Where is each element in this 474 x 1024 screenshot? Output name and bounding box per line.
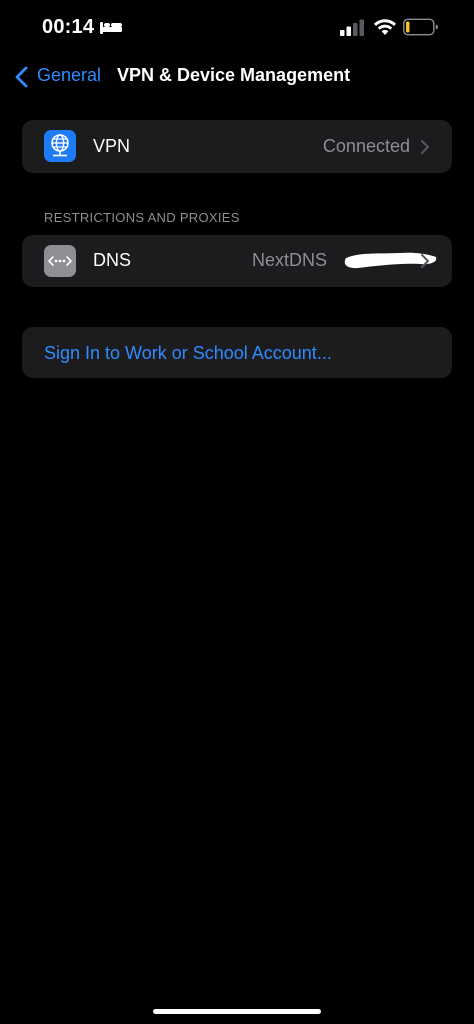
dns-label: DNS: [93, 250, 132, 270]
vpn-label: VPN: [93, 136, 131, 156]
back-label: General: [37, 65, 102, 85]
section-header-restrictions: RESTRICTIONS AND PROXIES: [44, 210, 240, 225]
status-time: 00:14: [42, 16, 95, 38]
bed-icon: [100, 22, 122, 34]
globe-network-icon: [44, 130, 76, 162]
page-title: VPN & Device Management: [117, 65, 351, 85]
sign-in-account-link[interactable]: Sign In to Work or School Account...: [44, 343, 332, 364]
back-button[interactable]: General: [10, 60, 106, 94]
cellular-signal-icon: [340, 19, 364, 36]
vpn-row[interactable]: VPN Connected: [22, 120, 452, 173]
chevron-left-icon: [15, 66, 28, 88]
dns-dots-icon: [44, 245, 76, 277]
dns-row[interactable]: DNS NextDNS: [22, 235, 452, 287]
battery-icon: [403, 18, 438, 36]
dns-value: NextDNS: [252, 250, 328, 270]
vpn-status-value: Connected: [322, 136, 410, 156]
wifi-icon: [374, 19, 396, 35]
chevron-right-icon: [421, 254, 429, 268]
chevron-right-icon: [421, 140, 429, 154]
sign-in-account-row[interactable]: Sign In to Work or School Account...: [22, 327, 452, 378]
home-indicator[interactable]: [153, 1009, 321, 1014]
